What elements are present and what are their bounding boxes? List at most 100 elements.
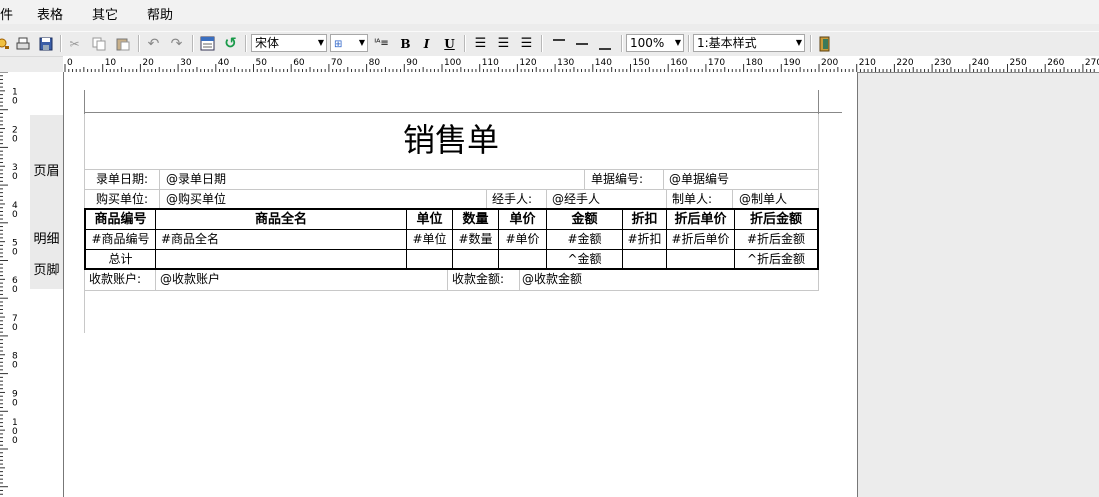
receipt-label[interactable]: 收款金额: <box>452 270 504 288</box>
band-header[interactable]: 页眉 <box>30 115 63 228</box>
refresh-icon[interactable]: ↺ <box>222 35 239 52</box>
column-header-discount-price[interactable]: 折后单价 <box>667 210 734 230</box>
zoom-value: 100% <box>630 36 665 50</box>
column-header-discount-amount[interactable]: 折后金额 <box>735 210 817 230</box>
ruler-label: 120 <box>519 58 536 68</box>
detail-unit-field[interactable]: #单位 <box>407 230 452 248</box>
ruler-label: 240 <box>972 58 989 68</box>
preview-icon[interactable] <box>0 35 11 52</box>
report-title[interactable]: 销售单 <box>84 120 818 160</box>
style-select[interactable]: 1:基本样式 ▼ <box>693 34 805 52</box>
font-name-select[interactable]: 宋体 ▼ <box>251 34 327 52</box>
menu-file[interactable]: 件 <box>0 4 13 23</box>
maker-field[interactable]: @制单人 <box>739 190 787 208</box>
detail-code-field[interactable]: #商品编号 <box>86 230 155 248</box>
toolbar-separator <box>245 35 247 52</box>
date-label[interactable]: 录单日期: <box>96 170 148 188</box>
italic-button[interactable]: I <box>418 35 435 52</box>
column-header-qty[interactable]: 数量 <box>453 210 498 230</box>
undo-icon[interactable]: ↶ <box>145 35 162 52</box>
ruler-label: 220 <box>896 58 913 68</box>
handler-label[interactable]: 经手人: <box>492 190 532 208</box>
column-header-unit[interactable]: 单位 <box>407 210 452 230</box>
detail-name-field[interactable]: #商品全名 <box>161 230 219 248</box>
cut-icon[interactable]: ✂ <box>66 35 83 52</box>
account-field[interactable]: @收款账户 <box>160 270 220 288</box>
band-footer[interactable]: 页脚 <box>30 252 63 289</box>
ruler-label: 70 <box>331 58 343 68</box>
detail-discount-amount-field[interactable]: #折后金额 <box>735 230 817 248</box>
cell-divider <box>663 170 664 189</box>
cell-divider <box>486 190 487 209</box>
font-size-select[interactable]: ⊞ ▼ <box>330 34 368 52</box>
zoom-select[interactable]: 100% ▼ <box>626 34 684 52</box>
print-icon[interactable] <box>14 35 31 52</box>
ruler-label: 140 <box>595 58 612 68</box>
menu-help[interactable]: 帮助 <box>147 4 173 23</box>
cell-divider <box>159 170 160 189</box>
page-setup-icon[interactable] <box>199 35 216 52</box>
align-right-icon[interactable]: ☰ <box>518 35 535 52</box>
chevron-down-icon: ▼ <box>358 38 365 47</box>
date-field[interactable]: @录单日期 <box>166 170 226 188</box>
column-header-code[interactable]: 商品编号 <box>86 210 155 230</box>
menu-other[interactable]: 其它 <box>92 4 118 23</box>
align-left-icon[interactable]: ☰ <box>472 35 489 52</box>
ruler-label: 190 <box>783 58 800 68</box>
chevron-down-icon: ▼ <box>317 38 324 47</box>
band-header-label: 页眉 <box>33 164 60 179</box>
band-detail-label: 明细 <box>33 232 60 247</box>
valign-top-icon[interactable] <box>550 35 567 52</box>
paste-icon[interactable] <box>114 35 131 52</box>
ruler-label: 210 <box>859 58 876 68</box>
menu-table[interactable]: 表格 <box>37 4 63 23</box>
receipt-field[interactable]: @收款金额 <box>522 270 582 288</box>
underline-button[interactable]: U <box>441 35 458 52</box>
bill-no-field[interactable]: @单据编号 <box>669 170 729 188</box>
column-header-price[interactable]: 单价 <box>499 210 546 230</box>
total-label[interactable]: 总计 <box>86 250 155 268</box>
ruler-label: 90 <box>406 58 418 68</box>
text-direction-icon[interactable]: ᴵᴬ≡ <box>373 35 390 52</box>
detail-discount-price-field[interactable]: #折后单价 <box>667 230 734 248</box>
save-icon[interactable] <box>37 35 54 52</box>
buyer-label[interactable]: 购买单位: <box>96 190 148 208</box>
font-name-value: 宋体 <box>255 36 280 50</box>
total-discount-amount-field[interactable]: ^折后金额 <box>735 250 817 268</box>
column-header-amount[interactable]: 金额 <box>547 210 622 230</box>
detail-price-field[interactable]: #单价 <box>499 230 546 248</box>
redo-icon[interactable]: ↷ <box>168 35 185 52</box>
ruler-label: 110 <box>482 58 499 68</box>
column-header-discount[interactable]: 折扣 <box>623 210 666 230</box>
ruler-label: 20 <box>142 58 154 68</box>
ruler-label: 0 <box>12 210 18 220</box>
buyer-field[interactable]: @购买单位 <box>166 190 226 208</box>
handler-field[interactable]: @经手人 <box>552 190 600 208</box>
ruler-label: 0 <box>12 97 18 107</box>
band-detail[interactable]: 明细 <box>30 228 63 252</box>
align-center-icon[interactable]: ☰ <box>495 35 512 52</box>
valign-middle-icon[interactable] <box>573 35 590 52</box>
cell-divider <box>159 190 160 209</box>
exit-icon[interactable] <box>816 35 833 52</box>
ruler-label: 10 <box>105 58 117 68</box>
copy-icon[interactable] <box>90 35 107 52</box>
bold-button[interactable]: B <box>397 35 414 52</box>
detail-qty-field[interactable]: #数量 <box>453 230 498 248</box>
ruler-label: 40 <box>218 58 230 68</box>
chevron-down-icon: ▼ <box>795 38 802 47</box>
menu-bar: 件 表格 其它 帮助 <box>0 0 1099 24</box>
ruler-label: 270 <box>1085 58 1099 68</box>
maker-label[interactable]: 制单人: <box>672 190 712 208</box>
account-label[interactable]: 收款账户: <box>89 270 141 288</box>
margin-guide-left <box>84 90 85 114</box>
total-amount-field[interactable]: ^金额 <box>547 250 622 268</box>
toolbar: ✂ ↶ ↷ ↺ 宋体 ▼ ⊞ ▼ ᴵᴬ≡ B I U ☰ ☰ ☰ 100% ▼ … <box>0 31 1099 57</box>
band-footer-label: 页脚 <box>33 263 60 278</box>
column-header-name[interactable]: 商品全名 <box>156 210 406 230</box>
detail-amount-field[interactable]: #金额 <box>547 230 622 248</box>
bill-no-label[interactable]: 单据编号: <box>591 170 643 188</box>
detail-discount-field[interactable]: #折扣 <box>623 230 666 248</box>
horizontal-ruler: 0 10 20 30 40 50 60 70 80 90 100 110 120 130 140 150 160… <box>63 56 1099 73</box>
valign-bottom-icon[interactable] <box>596 35 613 52</box>
